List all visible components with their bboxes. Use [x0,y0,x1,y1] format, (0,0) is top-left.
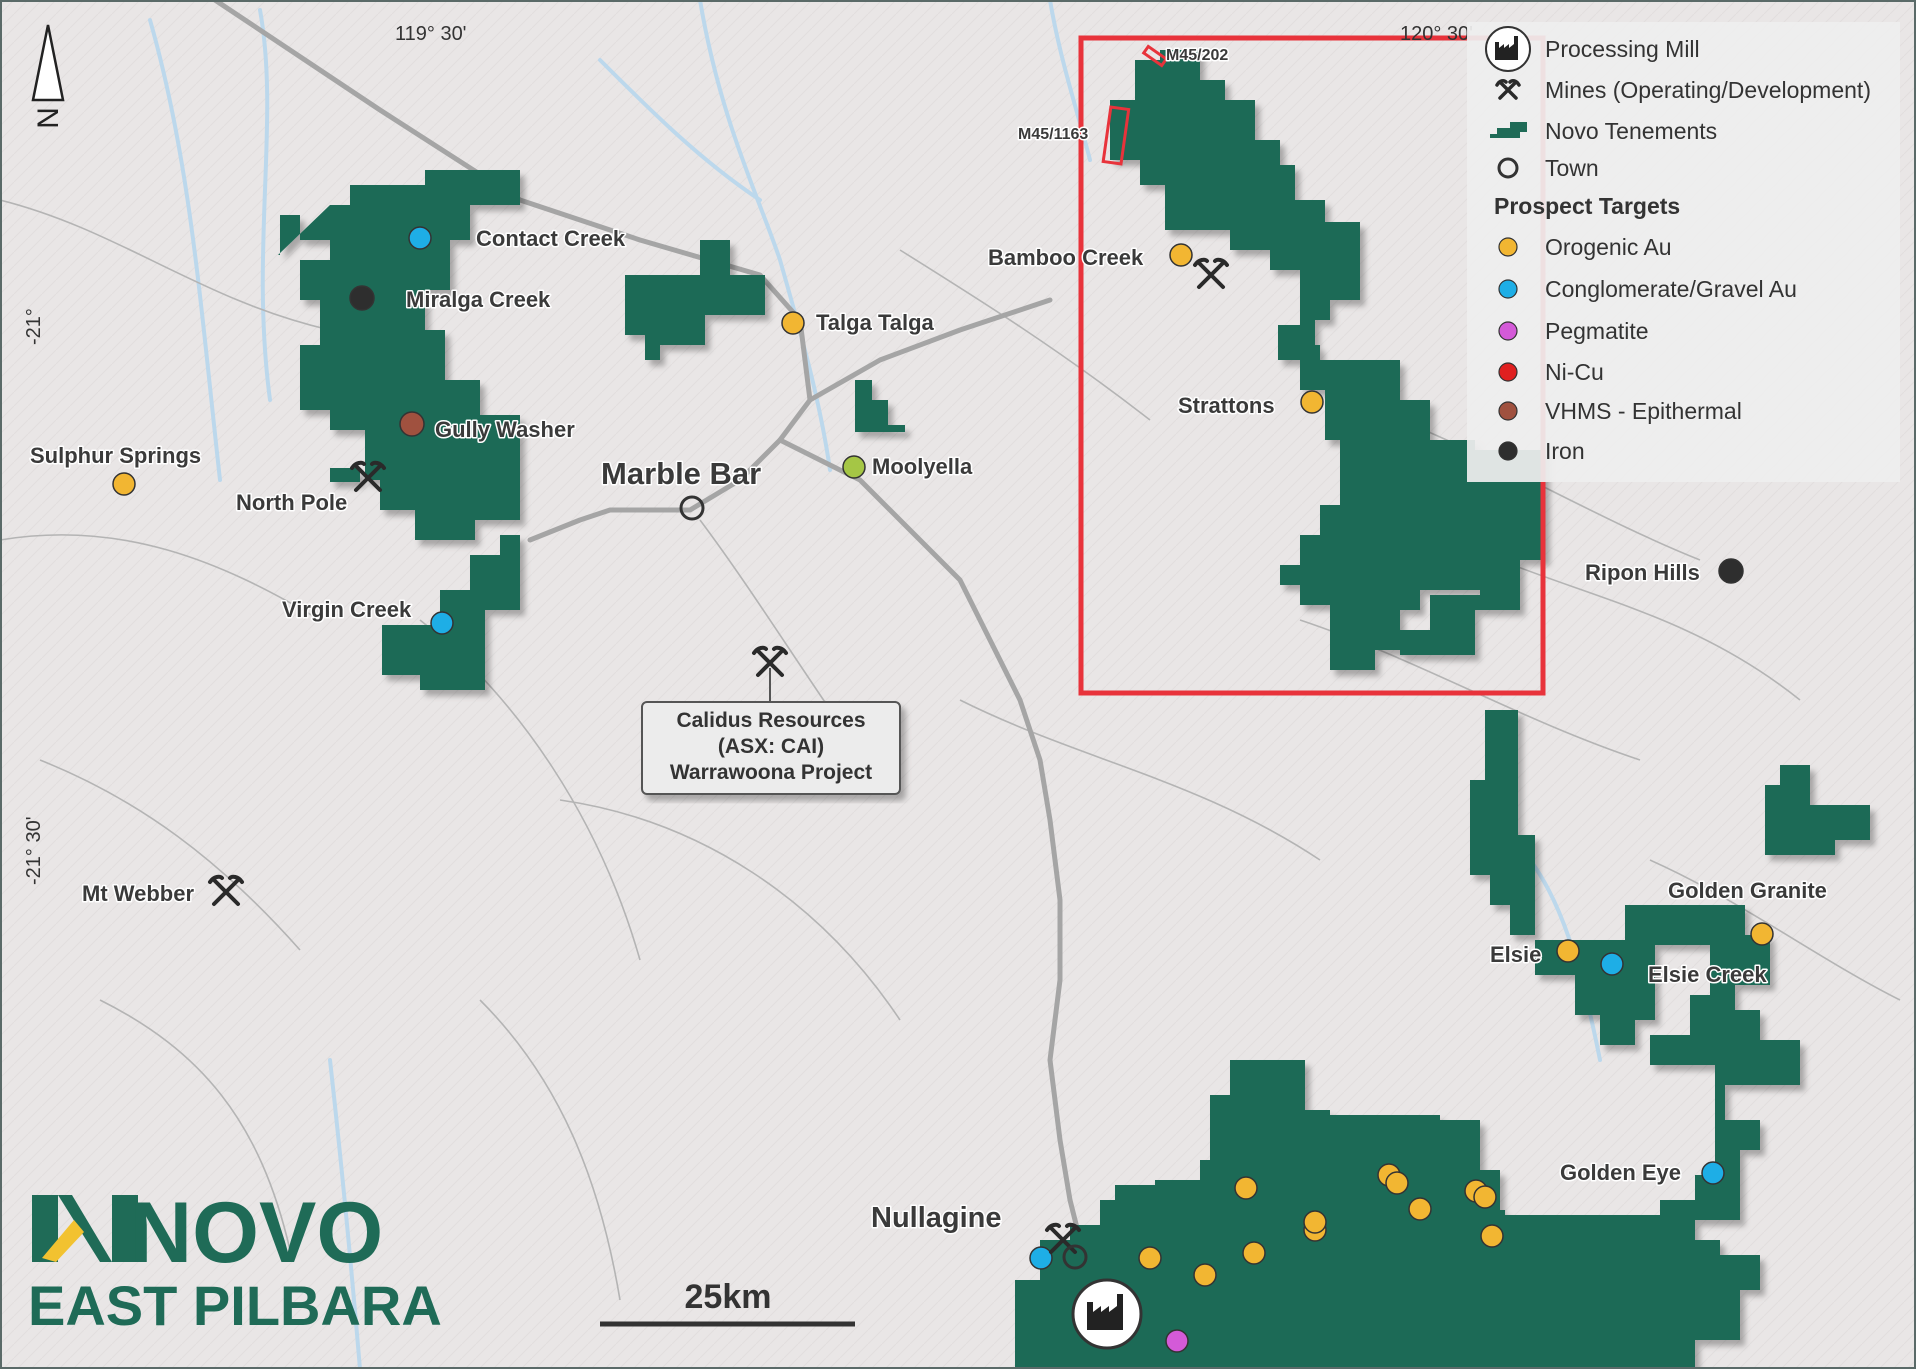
label-ripon-hills: Ripon Hills [1585,560,1700,585]
prospect-talga-talga [781,311,805,335]
prospect-golden-granite [1750,922,1774,946]
processing-mill-marker [1071,1278,1143,1350]
legend-tenement-label: Novo Tenements [1545,118,1717,144]
label-strattons: Strattons [1178,393,1275,418]
prospect-nullagine-4 [1408,1197,1432,1221]
legend-vhms-label: VHMS - Epithermal [1545,398,1742,424]
prospect-nullagine-10 [1242,1241,1266,1265]
legend-conglomerate-au-icon [1498,279,1518,299]
label-marble-bar: Marble Bar [601,456,761,491]
label-gully-washer: Gully Washer [435,417,575,442]
legend-iron-icon [1498,441,1518,461]
legend-conglomerate-au-label: Conglomerate/Gravel Au [1545,276,1797,302]
legend-pegmatite-icon [1498,321,1518,341]
prospect-moolyella [842,455,866,479]
tenement-north-pole [330,468,360,482]
prospect-bamboo-creek [1169,243,1193,267]
prospect-nullagine-3 [1385,1171,1409,1195]
legend-orogenic-au-label: Orogenic Au [1545,234,1672,260]
label-sulphur-springs: Sulphur Springs [30,443,201,468]
prospect-nullagine-13 [1029,1246,1053,1270]
legend-ni-cu-icon [1498,362,1518,382]
label-golden-eye: Golden Eye [1560,1160,1681,1185]
legend-vhms-icon [1498,401,1518,421]
prospect-virgin-creek [430,611,454,635]
legend-iron-label: Iron [1545,438,1585,464]
legend-mine-label: Mines (Operating/Development) [1545,77,1871,103]
legend-pegmatite-label: Pegmatite [1545,318,1649,344]
label-m45-202: M45/202 [1166,47,1228,64]
label-miralga-creek: Miralga Creek [406,287,551,312]
prospect-elsie [1556,939,1580,963]
legend-orogenic-au-icon [1498,237,1518,257]
label-golden-granite: Golden Granite [1668,878,1827,903]
label-contact-creek: Contact Creek [476,226,626,251]
map-canvas: Calidus Resources (ASX: CAI) Warrawoona … [0,0,1916,1369]
prospect-ripon-hills [1718,558,1744,584]
label-virgin-creek: Virgin Creek [282,597,412,622]
calidus-line2: (ASX: CAI) [718,735,824,758]
grid-lat-upper: -21° [23,308,45,345]
label-m45-1163: M45/1163 [1018,126,1088,143]
prospect-nullagine-1 [1234,1176,1258,1200]
scale-bar-label: 25km [685,1278,772,1316]
label-talga-talga: Talga Talga [816,310,935,335]
legend: Processing Mill Mines (Operating/Develop… [1467,22,1900,482]
label-bamboo-creek: Bamboo Creek [988,245,1144,270]
prospect-nullagine-14 [1165,1329,1189,1353]
novo-logo-text: NOVO [130,1185,383,1281]
grid-lon-right: 120° 30' [1400,23,1473,45]
legend-ni-cu-label: Ni-Cu [1545,359,1604,385]
prospect-nullagine-12 [1193,1263,1217,1287]
prospect-elsie-creek [1600,952,1624,976]
prospect-nullagine-6 [1473,1185,1497,1209]
prospect-sulphur-springs [112,472,136,496]
prospect-miralga-creek [349,285,375,311]
prospect-nullagine-8 [1303,1210,1327,1234]
prospect-golden-eye [1701,1161,1725,1185]
label-elsie: Elsie [1490,942,1541,967]
novo-logo-subtitle: EAST PILBARA [28,1274,442,1337]
label-mt-webber: Mt Webber [82,881,194,906]
legend-town-label: Town [1545,155,1599,181]
grid-lon-left: 119° 30' [395,23,467,45]
prospect-nullagine-11 [1138,1246,1162,1270]
legend-processing-mill-label: Processing Mill [1545,36,1700,62]
legend-prospect-heading: Prospect Targets [1494,193,1680,219]
calidus-line3: Warrawoona Project [670,761,872,784]
prospect-gully-washer [399,411,425,437]
label-moolyella: Moolyella [872,454,973,479]
north-arrow-letter: N [32,107,65,129]
label-nullagine: Nullagine [871,1202,1002,1234]
grid-lat-lower: -21° 30' [23,816,45,885]
label-elsie-creek: Elsie Creek [1648,962,1767,987]
prospect-contact-creek [408,226,432,250]
calidus-line1: Calidus Resources [676,709,865,732]
label-north-pole: North Pole [236,490,347,515]
prospect-nullagine-9 [1480,1224,1504,1248]
prospect-strattons [1300,390,1324,414]
